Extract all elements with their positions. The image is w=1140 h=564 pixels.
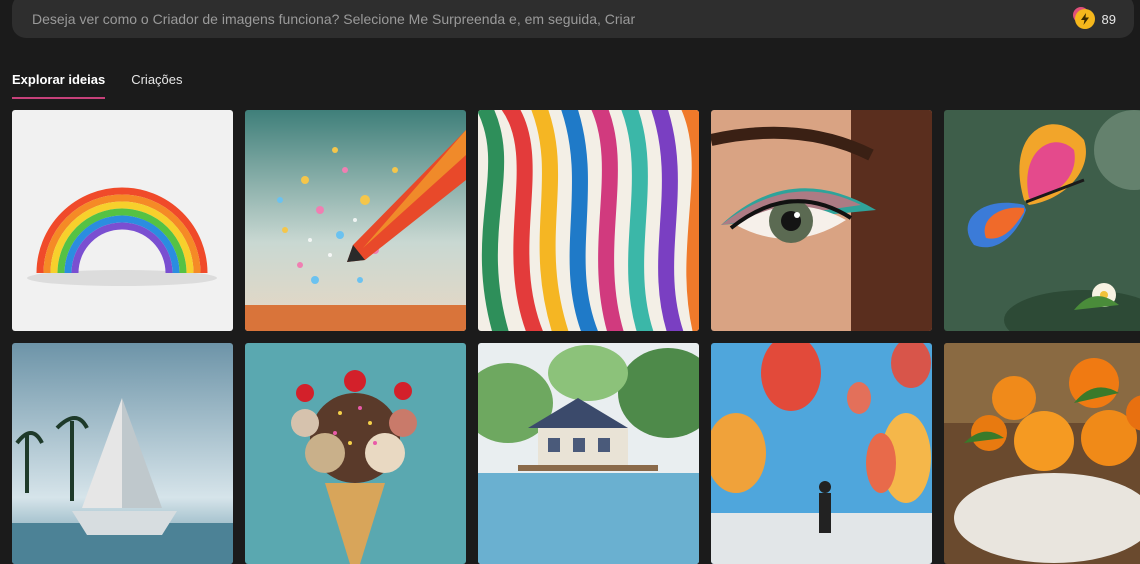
- gallery-image-oranges[interactable]: [944, 343, 1140, 564]
- gallery-image-lake-house[interactable]: [478, 343, 699, 564]
- lightning-coin-icon: [1074, 9, 1095, 29]
- gallery-image-sailboat[interactable]: [12, 343, 233, 564]
- gallery-image-eye[interactable]: [711, 110, 932, 331]
- gallery-image-butterfly[interactable]: [944, 110, 1140, 331]
- tab-bar: Explorar ideias Criações: [12, 72, 183, 99]
- prompt-bar: 89: [12, 0, 1134, 38]
- boost-count: 89: [1101, 11, 1116, 27]
- prompt-input[interactable]: [30, 10, 1075, 28]
- tab-creations[interactable]: Criações: [131, 72, 182, 99]
- gallery-image-pencil[interactable]: [245, 110, 466, 331]
- tab-explore-ideas[interactable]: Explorar ideias: [12, 72, 106, 99]
- boost-counter[interactable]: 89: [1074, 9, 1116, 29]
- gallery-image-ribbons[interactable]: [478, 110, 699, 331]
- gallery-image-rainbow[interactable]: [12, 110, 233, 331]
- gallery-image-ice-cream[interactable]: [245, 343, 466, 564]
- image-gallery: [12, 110, 1140, 564]
- gallery-image-balloons[interactable]: [711, 343, 932, 564]
